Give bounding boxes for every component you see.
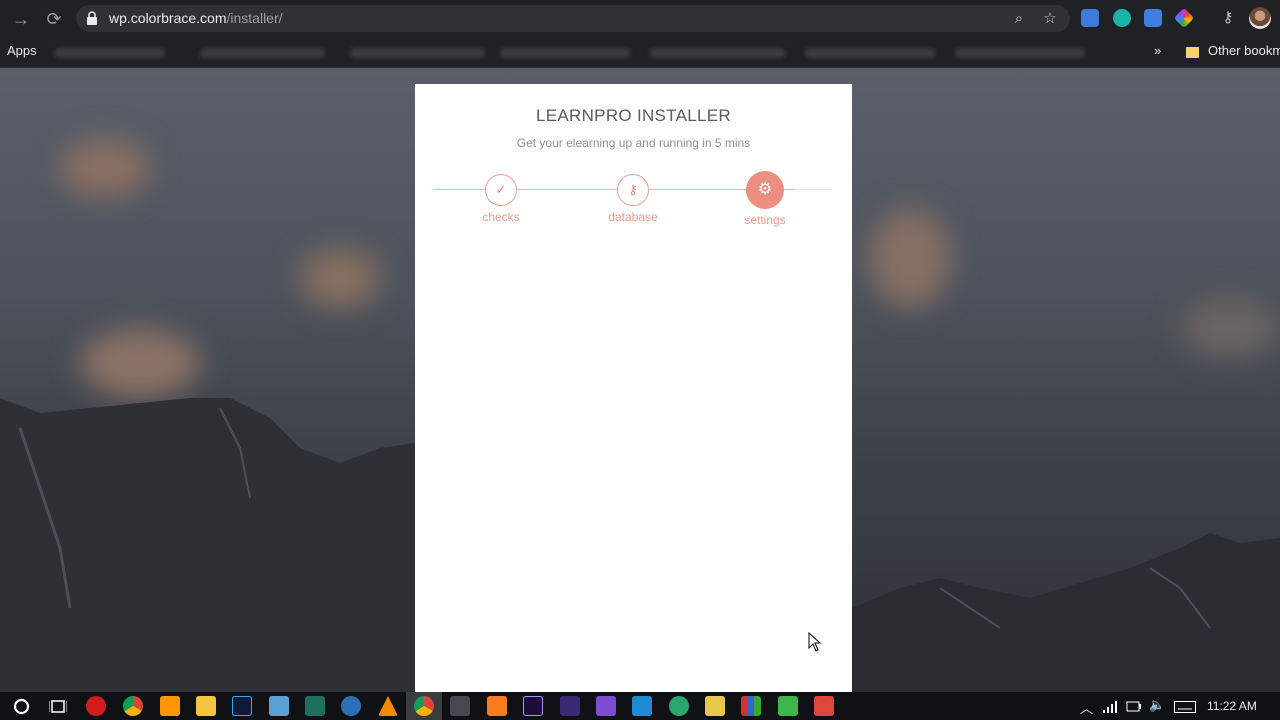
step-label-checks: checks	[482, 210, 520, 224]
tray-chevron-icon[interactable]: ︿	[1080, 698, 1093, 717]
page-background: LEARNPRO INSTALLER Get your elearning up…	[0, 68, 1280, 692]
lock-icon	[87, 11, 97, 25]
key-icon: ⚷	[617, 174, 649, 206]
key-icon[interactable]: ⚷	[1218, 8, 1238, 28]
bookmark-item[interactable]	[200, 48, 325, 58]
bookmarks-bar: Apps » Other bookma	[0, 37, 1280, 68]
gear-icon: ⚙	[746, 171, 784, 209]
installer-title: LEARNPRO INSTALLER	[536, 106, 731, 125]
photoshop-icon[interactable]	[232, 696, 252, 716]
notepad-icon[interactable]	[269, 696, 289, 716]
installer-card: LEARNPRO INSTALLER Get your elearning up…	[415, 84, 852, 692]
recorder-icon[interactable]	[814, 696, 834, 716]
url-host: wp.colorbrace.com	[109, 10, 227, 26]
bookmark-item[interactable]	[955, 48, 1085, 58]
camtasia-icon[interactable]	[778, 696, 798, 716]
xampp-icon[interactable]	[487, 696, 507, 716]
bookmarks-overflow-button[interactable]: »	[1154, 43, 1161, 58]
vlc-icon[interactable]	[378, 696, 398, 716]
chrome-active-icon[interactable]	[414, 696, 434, 716]
taskbar: ︿ 🔈 11:22 AM	[0, 692, 1280, 720]
url-path: /installer/	[226, 10, 283, 26]
premiere-icon[interactable]	[560, 696, 580, 716]
keyboard-icon[interactable]	[1174, 701, 1196, 713]
zoom-icon[interactable]: ⌕	[1009, 9, 1029, 29]
progress-line-remaining	[795, 189, 832, 190]
clock-time[interactable]: 11:22 AM	[1207, 699, 1257, 713]
installer-subtitle: Get your elearning up and running in 5 m…	[516, 136, 751, 150]
extension-plane-icon[interactable]	[1081, 9, 1099, 27]
url-text: wp.colorbrace.com/installer/	[109, 10, 283, 26]
task-view-icon[interactable]	[49, 699, 67, 714]
bookmark-item[interactable]	[350, 48, 485, 58]
volume-icon[interactable]: 🔈	[1149, 697, 1165, 713]
folder-icon	[1186, 47, 1199, 58]
mouse-cursor-icon	[808, 632, 822, 652]
reload-icon[interactable]: ⟳	[41, 6, 67, 32]
address-bar[interactable]: wp.colorbrace.com/installer/ ⌕ ☆	[76, 5, 1070, 32]
other-bookmarks[interactable]: Other bookma	[1208, 43, 1280, 58]
back-arrow-icon[interactable]: →	[8, 6, 34, 32]
app-icon[interactable]	[305, 696, 325, 716]
extension-s-icon[interactable]	[1144, 9, 1162, 27]
vscode-icon[interactable]	[632, 696, 652, 716]
apps-bookmark[interactable]: Apps	[7, 43, 37, 58]
opera-icon[interactable]	[86, 696, 106, 716]
battery-icon[interactable]	[1126, 701, 1142, 712]
bookmark-item[interactable]	[500, 48, 630, 58]
winrar-icon[interactable]	[741, 696, 761, 716]
step-label-database: database	[608, 210, 658, 224]
browser-toolbar: → ⟳ wp.colorbrace.com/installer/ ⌕ ☆ ⚷	[0, 0, 1280, 37]
network-icon[interactable]	[1103, 701, 1119, 713]
sublime-icon[interactable]	[160, 696, 180, 716]
gitkraken-icon[interactable]	[669, 696, 689, 716]
bookmark-item[interactable]	[805, 48, 935, 58]
chrome-icon[interactable]	[123, 696, 143, 716]
extension-color-icon[interactable]	[1173, 7, 1195, 29]
step-label-settings: settings	[744, 213, 786, 227]
bookmark-item[interactable]	[650, 48, 785, 58]
download-icon[interactable]	[450, 696, 470, 716]
file-explorer-icon[interactable]	[196, 696, 216, 716]
image-viewer-icon[interactable]	[705, 696, 725, 716]
after-effects-icon[interactable]	[523, 696, 543, 716]
cortana-icon[interactable]	[13, 698, 30, 715]
check-icon: ✓	[485, 174, 517, 206]
bookmark-item[interactable]	[55, 48, 165, 58]
star-icon[interactable]: ☆	[1040, 9, 1060, 29]
davinci-icon[interactable]	[341, 696, 361, 716]
avatar[interactable]	[1249, 7, 1271, 29]
extension-m-icon[interactable]	[1113, 9, 1131, 27]
visual-studio-icon[interactable]	[596, 696, 616, 716]
